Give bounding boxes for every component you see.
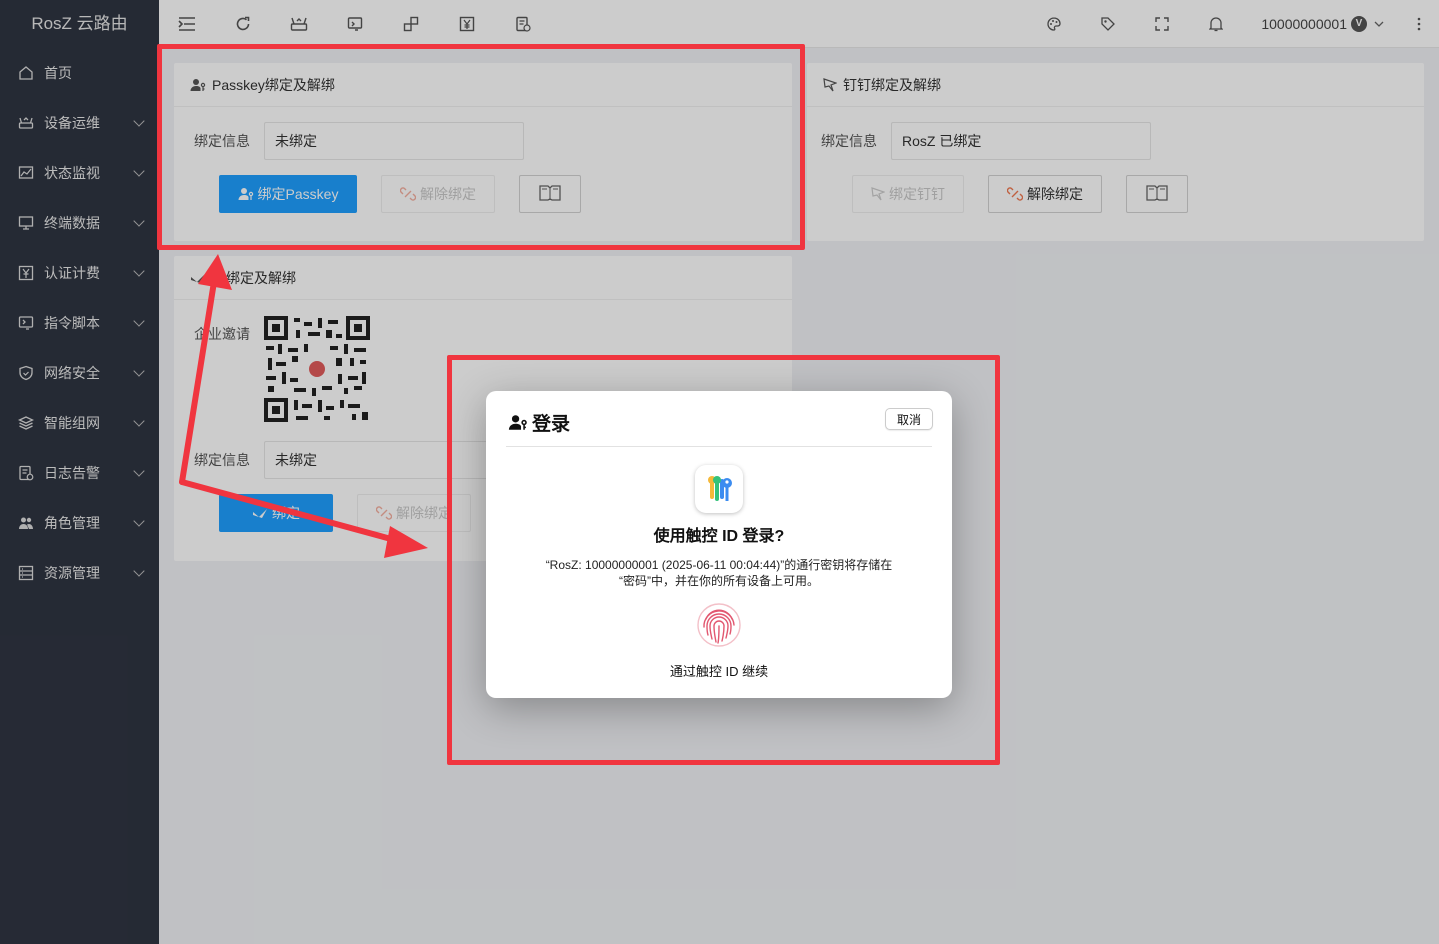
dialog-title: 登录 bbox=[508, 409, 570, 436]
dialog-message: “RosZ: 10000000001 (2025-06-11 00:04:44)… bbox=[510, 557, 928, 589]
dialog-divider bbox=[506, 446, 932, 447]
user-key-icon bbox=[508, 414, 528, 431]
fingerprint-icon[interactable] bbox=[695, 601, 743, 649]
dialog-message-line1: “RosZ: 10000000001 (2025-06-11 00:04:44)… bbox=[545, 558, 893, 572]
dialog-title-text: 登录 bbox=[532, 414, 571, 435]
dialog-message-line2: “密码”中，并在你的所有设备上可用。 bbox=[619, 574, 819, 588]
dialog-cancel-button[interactable]: 取消 bbox=[885, 408, 933, 430]
dialog-heading: 使用触控 ID 登录? bbox=[653, 528, 785, 545]
dialog-footer: 通过触控 ID 继续 bbox=[669, 664, 769, 679]
passwords-app-icon bbox=[695, 465, 743, 513]
passkey-login-dialog: 登录 取消 使用触控 ID 登录? “RosZ: 10000000001 (20… bbox=[486, 391, 952, 698]
